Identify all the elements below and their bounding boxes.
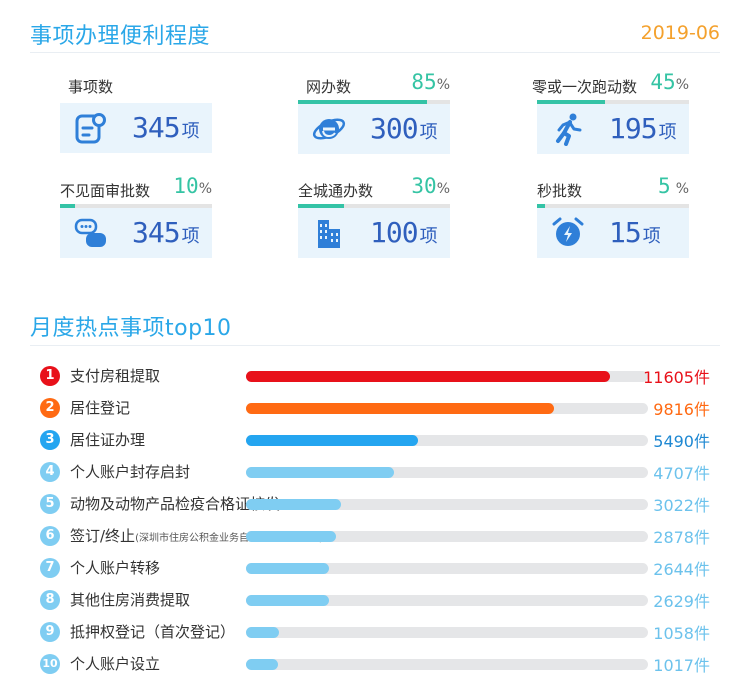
- stat-value: 15 项: [609, 216, 661, 249]
- title-divider: [30, 52, 720, 53]
- stat-value: 195 项: [609, 112, 677, 145]
- top10-row: 5 动物及动物产品检疫合格证核发 3022件: [40, 492, 720, 516]
- count-bar-track: [246, 595, 648, 606]
- item-name: 居住证办理: [70, 431, 146, 449]
- rank-badge: 2: [40, 398, 60, 418]
- count-value: 1017件: [653, 656, 710, 675]
- stat-box: 345 项: [60, 208, 212, 258]
- count-value: 2878件: [653, 528, 710, 547]
- count-bar-track: [246, 659, 648, 670]
- item-name: 个人账户转移: [70, 559, 161, 577]
- count-bar: [246, 403, 554, 414]
- stat-percent: 30%: [411, 174, 450, 198]
- rank-badge: 5: [40, 494, 60, 514]
- stat-card-remote-approval: 不见面审批数 10% 345 项: [60, 174, 212, 258]
- top10-row: 10 个人账户设立 1017件: [40, 652, 720, 676]
- item-name: 支付房租提取: [70, 367, 161, 385]
- count-bar-track: [246, 435, 648, 446]
- stat-label: 全城通办数: [298, 182, 374, 200]
- count-bar: [246, 595, 329, 606]
- top10-row: 7 个人账户转移 2644件: [40, 556, 720, 580]
- count-bar-track: [246, 563, 648, 574]
- top10-row: 2 居住登记 9816件: [40, 396, 720, 420]
- count-bar: [246, 531, 336, 542]
- count-value: 4707件: [653, 464, 710, 483]
- stat-percent: 10%: [173, 174, 212, 198]
- stat-value: 300 项: [370, 112, 438, 145]
- stat-card-items: 事项数 345 项: [60, 72, 212, 153]
- item-name: 抵押权登记（首次登记）: [70, 623, 236, 641]
- count-bar: [246, 371, 610, 382]
- stat-card-instant-approval: 秒批数 5 % 15 项: [537, 174, 689, 258]
- stat-value: 345 项: [132, 216, 200, 249]
- report-date: 2019-06: [640, 22, 720, 44]
- stat-box: 15 项: [537, 208, 689, 258]
- city-buildings-icon: [312, 216, 346, 250]
- running-person-icon: [551, 112, 585, 146]
- stat-box: 345 项: [60, 103, 212, 153]
- count-bar: [246, 467, 394, 478]
- stat-value: 345 项: [132, 111, 200, 144]
- count-value: 3022件: [653, 496, 710, 515]
- stat-card-trips: 零或一次跑动数 45% 195 项: [532, 70, 689, 154]
- count-bar: [246, 659, 278, 670]
- count-value: 1058件: [653, 624, 710, 643]
- rank-badge: 3: [40, 430, 60, 450]
- top10-row: 4 个人账户封存启封 4707件: [40, 460, 720, 484]
- stat-box: 195 项: [537, 104, 689, 154]
- stat-value: 100 项: [370, 216, 438, 249]
- stat-label: 秒批数: [537, 182, 583, 200]
- ie-browser-icon: [312, 112, 346, 146]
- stat-card-online: 网办数 85% 300 项: [298, 70, 450, 154]
- count-bar: [246, 499, 341, 510]
- count-bar-track: [246, 627, 648, 638]
- top10-row: 6 签订/终止(深圳市住房公积金业务自助办理服务协议) 2878件: [40, 524, 720, 548]
- top10-row: 3 居住证办理 5490件: [40, 428, 720, 452]
- count-value: 2644件: [653, 560, 710, 579]
- stat-card-citywide: 全城通办数 30% 100 项: [298, 174, 450, 258]
- item-name: 其他住房消费提取: [70, 591, 191, 609]
- document-icon: [74, 111, 108, 145]
- page-title: 事项办理便利程度: [30, 24, 211, 49]
- rank-badge: 1: [40, 366, 60, 386]
- top10-row: 1 支付房租提取 11605件: [40, 364, 720, 388]
- count-value: 2629件: [653, 592, 710, 611]
- count-bar-track: [246, 531, 648, 542]
- count-bar: [246, 627, 279, 638]
- item-name: 居住登记: [70, 399, 131, 417]
- stat-label: 零或一次跑动数: [532, 78, 638, 96]
- rank-badge: 9: [40, 622, 60, 642]
- count-value: 5490件: [653, 432, 710, 451]
- stat-label: 事项数: [68, 78, 114, 96]
- item-name: 个人账户封存启封: [70, 463, 191, 481]
- count-bar-track: [246, 467, 648, 478]
- stat-box: 100 项: [298, 208, 450, 258]
- top10-divider: [30, 345, 720, 346]
- rank-badge: 10: [40, 654, 60, 674]
- count-value: 9816件: [653, 400, 710, 419]
- count-bar-track: [246, 403, 648, 414]
- stat-percent: 85%: [411, 70, 450, 94]
- stat-percent: 45%: [650, 70, 689, 94]
- stat-box: 300 项: [298, 104, 450, 154]
- stat-label: 网办数: [306, 78, 352, 96]
- alarm-clock-icon: [551, 216, 585, 250]
- stat-label: 不见面审批数: [60, 182, 151, 200]
- chat-icon: [74, 216, 108, 250]
- rank-badge: 4: [40, 462, 60, 482]
- stat-percent: 5 %: [657, 174, 689, 198]
- count-bar: [246, 563, 329, 574]
- count-bar-track: [246, 499, 648, 510]
- count-value: 11605件: [643, 368, 710, 387]
- item-name: 个人账户设立: [70, 655, 161, 673]
- rank-badge: 7: [40, 558, 60, 578]
- top10-row: 9 抵押权登记（首次登记） 1058件: [40, 620, 720, 644]
- count-bar-track: [246, 371, 648, 382]
- rank-badge: 8: [40, 590, 60, 610]
- count-bar: [246, 435, 418, 446]
- rank-badge: 6: [40, 526, 60, 546]
- top10-title: 月度热点事项top10: [30, 316, 232, 341]
- top10-row: 8 其他住房消费提取 2629件: [40, 588, 720, 612]
